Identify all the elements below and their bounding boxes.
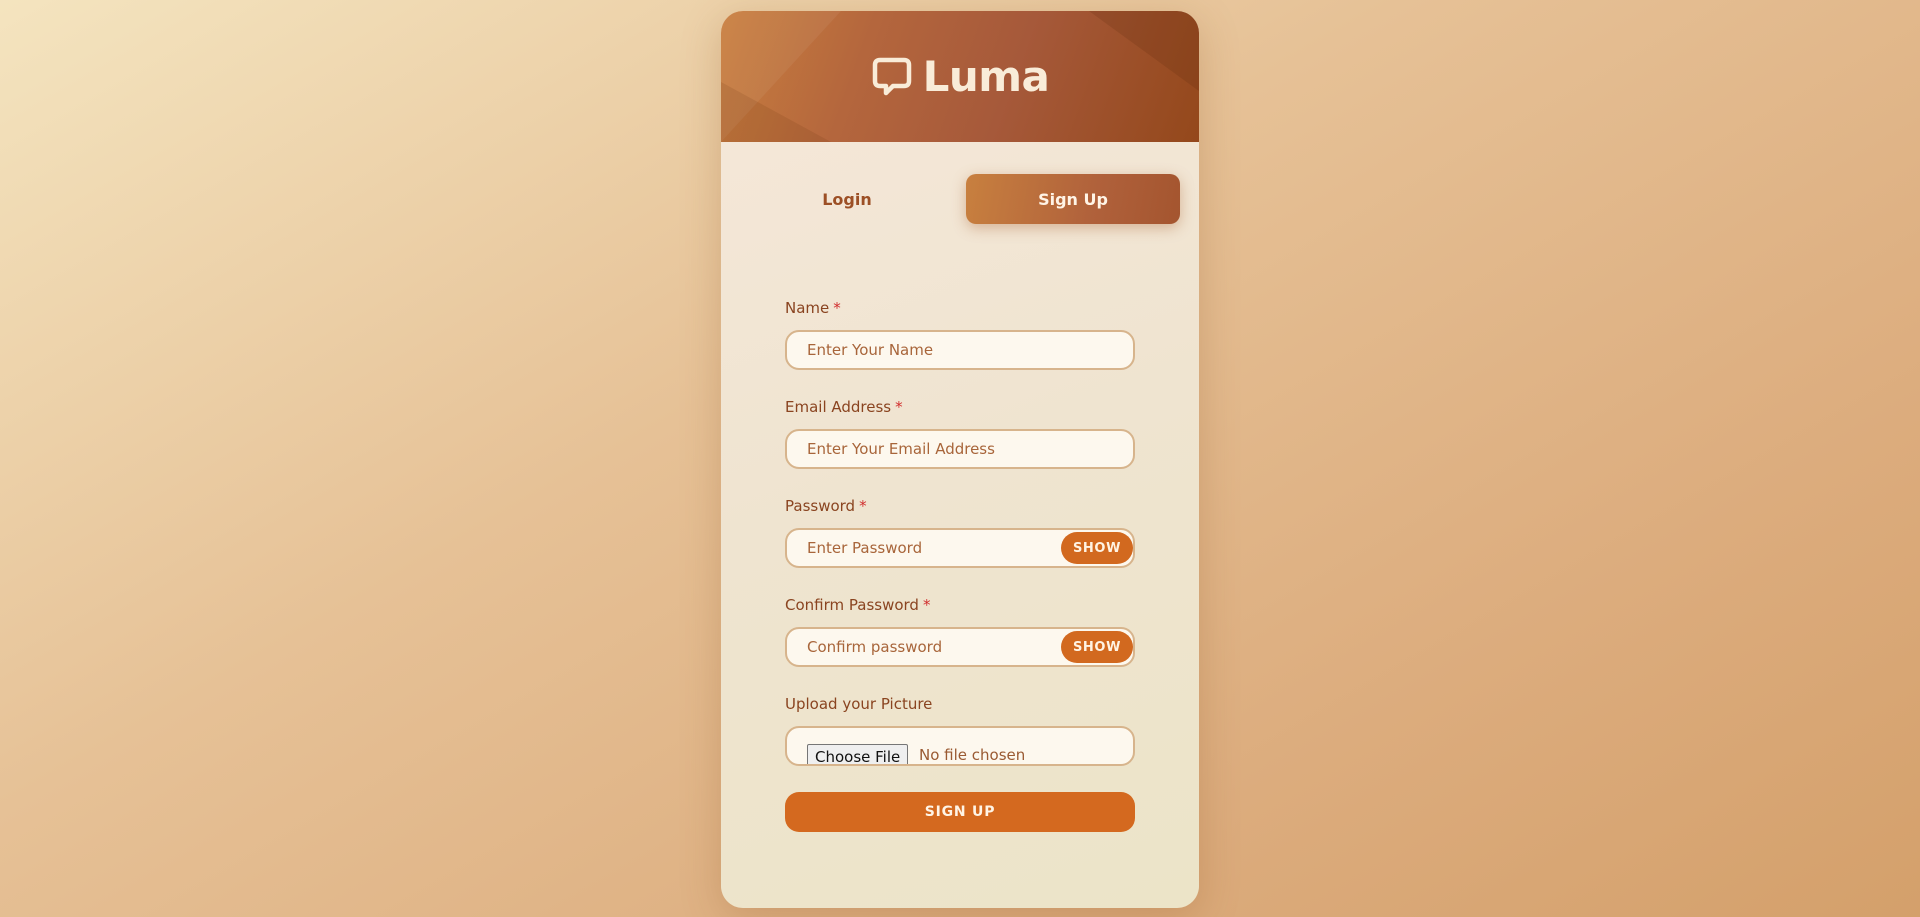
signup-form: Name* Email Address* Password* SHOW Conf…: [785, 297, 1135, 832]
picture-field-group: Upload your Picture Choose File No file …: [785, 693, 1135, 766]
email-field-group: Email Address *: [785, 396, 1135, 469]
password-label: Password *: [785, 497, 867, 515]
name-input[interactable]: [787, 332, 1133, 368]
confirm-password-input-wrapper: SHOW: [785, 627, 1135, 667]
password-input-wrapper: SHOW: [785, 528, 1135, 568]
header-facet: [721, 82, 831, 142]
card-header: Luma: [721, 11, 1199, 142]
auth-tabs: Login Sign Up: [740, 174, 1180, 224]
required-mark: *: [922, 596, 931, 614]
brand-name: Luma: [922, 52, 1050, 101]
confirm-password-field-group: Confirm Password * SHOW: [785, 594, 1135, 667]
email-input[interactable]: [787, 431, 1133, 467]
picture-label: Upload your Picture: [785, 695, 933, 713]
required-mark: *: [859, 497, 867, 515]
file-status: No file chosen: [919, 746, 1026, 764]
choose-file-button[interactable]: Choose File: [807, 744, 909, 764]
name-input-wrapper: [785, 330, 1135, 370]
name-field-group: Name *: [785, 297, 1135, 370]
sign-up-submit-button[interactable]: SIGN UP: [785, 792, 1135, 832]
auth-card: Luma Login Sign Up Name* Email Address* …: [721, 11, 1199, 908]
confirm-password-show-button[interactable]: SHOW: [1061, 631, 1133, 663]
confirm-password-label: Confirm Password *: [785, 596, 931, 614]
chat-bubble-icon: [872, 57, 911, 95]
name-label: Name *: [785, 299, 841, 317]
password-field-group: Password * SHOW: [785, 495, 1135, 568]
password-show-button[interactable]: SHOW: [1061, 532, 1133, 564]
required-mark: *: [833, 299, 841, 317]
tab-sign-up[interactable]: Sign Up: [966, 174, 1180, 224]
required-mark: *: [895, 398, 903, 416]
picture-upload-wrapper: Choose File No file chosen: [785, 726, 1135, 766]
email-input-wrapper: [785, 429, 1135, 469]
tab-login[interactable]: Login: [740, 174, 954, 224]
brand-logo: Luma: [871, 52, 1050, 101]
email-label: Email Address *: [785, 398, 903, 416]
header-facet: [1089, 11, 1199, 91]
